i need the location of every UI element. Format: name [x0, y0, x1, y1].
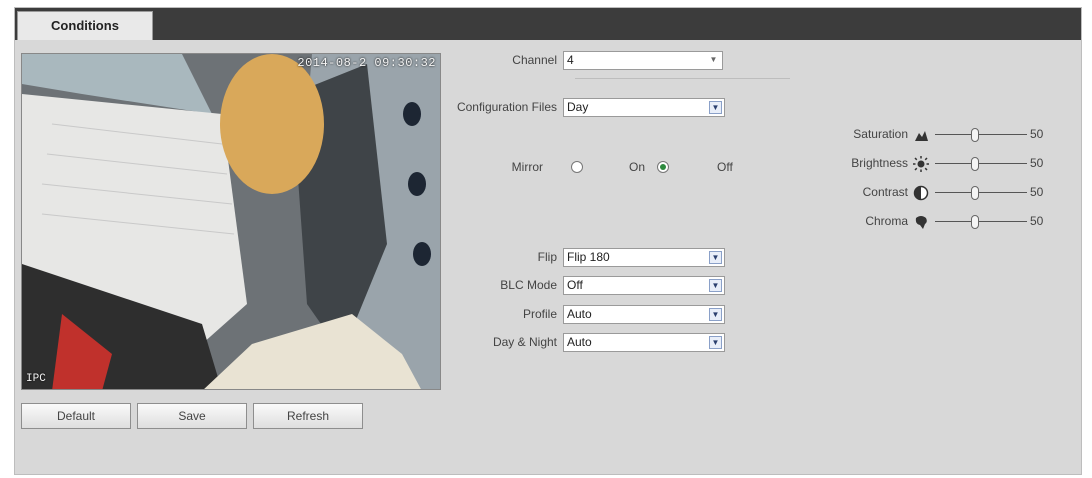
day-night-value: Auto	[567, 335, 592, 349]
mirror-on-label: On	[629, 160, 646, 174]
chroma-icon	[915, 216, 927, 229]
save-button[interactable]: Save	[137, 403, 247, 429]
flip-select[interactable]: Flip 180 ▼	[563, 248, 725, 267]
tab-conditions[interactable]: Conditions	[17, 11, 153, 40]
config-files-value: Day	[567, 100, 589, 114]
separator	[575, 78, 790, 79]
osd-channel-name: IPC	[26, 373, 46, 385]
chroma-label: Chroma	[865, 214, 908, 228]
blc-mode-value: Off	[567, 278, 583, 292]
chevron-down-icon: ▼	[709, 101, 722, 114]
saturation-label: Saturation	[853, 127, 908, 141]
contrast-label: Contrast	[862, 185, 908, 199]
mirror-off-label: Off	[717, 160, 733, 174]
blc-mode-select[interactable]: Off ▼	[563, 276, 725, 295]
channel-value: 4	[567, 53, 574, 67]
flip-value: Flip 180	[567, 250, 610, 264]
mirror-label: Mirror	[511, 160, 543, 174]
flip-label: Flip	[537, 250, 557, 264]
channel-label: Channel	[512, 53, 557, 67]
chevron-down-icon: ▼	[709, 308, 722, 321]
refresh-button[interactable]: Refresh	[253, 403, 363, 429]
contrast-value: 50	[1030, 185, 1044, 199]
day-night-label: Day & Night	[492, 335, 557, 349]
chevron-down-icon: ▼	[709, 279, 722, 292]
contrast-slider-handle[interactable]	[971, 186, 979, 200]
saturation-icon	[915, 131, 928, 141]
chevron-down-icon: ▼	[709, 251, 722, 264]
preview-image	[22, 54, 440, 389]
saturation-slider-handle[interactable]	[971, 128, 979, 142]
chroma-slider-row: Chroma 50	[785, 213, 1065, 231]
chevron-down-icon: ▼	[709, 336, 722, 349]
contrast-icon	[913, 185, 929, 201]
profile-value: Auto	[567, 307, 592, 321]
default-button[interactable]: Default	[21, 403, 131, 429]
chroma-track	[935, 221, 1027, 222]
brightness-label: Brightness	[851, 156, 908, 170]
chroma-slider-handle[interactable]	[971, 215, 979, 229]
saturation-slider-row: Saturation 50	[785, 126, 1065, 144]
config-files-label: Configuration Files	[456, 100, 557, 114]
chevron-down-icon: ▼	[709, 55, 718, 64]
contrast-track	[935, 192, 1027, 193]
contrast-slider-row: Contrast 50	[785, 184, 1065, 202]
blc-mode-label: BLC Mode	[500, 278, 557, 292]
brightness-track	[935, 163, 1027, 164]
tab-bar: Conditions	[15, 8, 1081, 40]
mirror-off-radio[interactable]	[657, 161, 669, 173]
camera-preview: 2014-08-2 09:30:32 IPC	[21, 53, 441, 390]
brightness-icon	[913, 156, 929, 172]
saturation-track	[935, 134, 1027, 135]
brightness-slider-row: Brightness 50	[785, 155, 1065, 173]
channel-select[interactable]: 4 ▼	[563, 51, 723, 70]
profile-label: Profile	[522, 307, 557, 321]
mirror-on-radio[interactable]	[571, 161, 583, 173]
profile-select[interactable]: Auto ▼	[563, 305, 725, 324]
saturation-value: 50	[1030, 127, 1044, 141]
brightness-slider-handle[interactable]	[971, 157, 979, 171]
brightness-value: 50	[1030, 156, 1044, 170]
conditions-panel: Conditions 2014-08-2 09:30:32 IPC Defaul…	[14, 7, 1082, 475]
chroma-value: 50	[1030, 214, 1044, 228]
config-files-select[interactable]: Day ▼	[563, 98, 725, 117]
osd-timestamp: 2014-08-2 09:30:32	[297, 56, 436, 70]
day-night-select[interactable]: Auto ▼	[563, 333, 725, 352]
